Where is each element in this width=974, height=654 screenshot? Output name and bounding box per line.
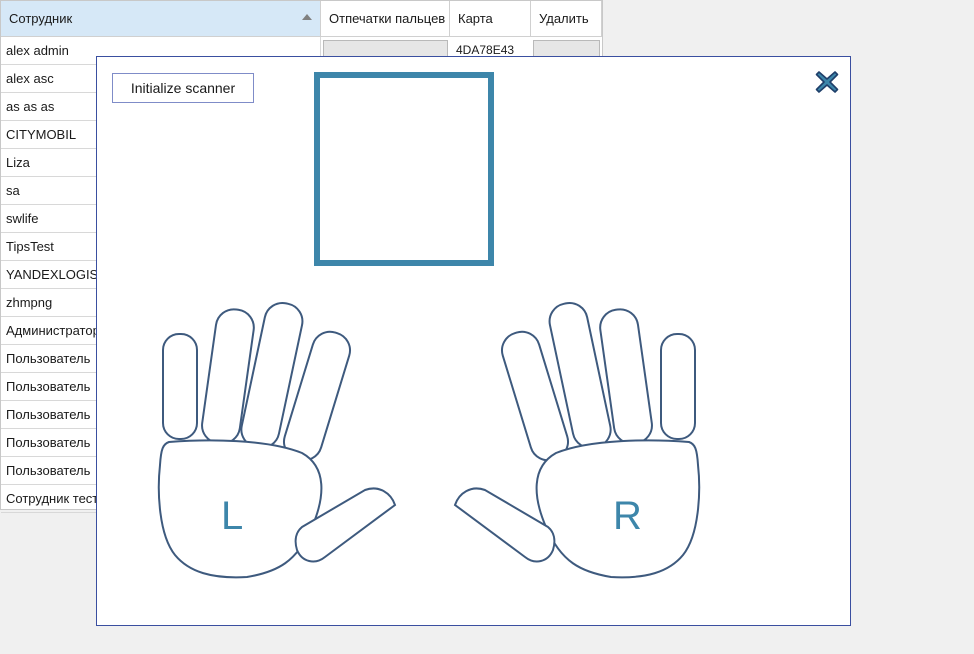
column-header-card-label: Карта <box>458 11 493 26</box>
column-header-employee[interactable]: Сотрудник <box>1 1 321 36</box>
left-hand-label: L <box>221 494 243 538</box>
sort-ascending-icon <box>302 14 312 20</box>
right-little-finger[interactable] <box>660 333 696 440</box>
column-header-delete[interactable]: Удалить <box>531 1 602 36</box>
fingerprint-dialog: Initialize scanner L R <box>96 56 851 626</box>
column-header-fingerprints-label: Отпечатки пальцев <box>329 10 446 26</box>
left-hand: L <box>157 301 397 579</box>
grid-header: Сотрудник Отпечатки пальцев Карта Удалит… <box>1 1 602 37</box>
left-little-finger[interactable] <box>162 333 198 440</box>
column-header-fingerprints[interactable]: Отпечатки пальцев <box>321 1 450 36</box>
column-header-delete-label: Удалить <box>539 11 589 26</box>
right-hand-label: R <box>613 494 642 538</box>
column-header-card[interactable]: Карта <box>450 1 531 36</box>
right-hand: R <box>453 301 701 579</box>
column-header-employee-label: Сотрудник <box>9 11 73 26</box>
hands-diagram: L R <box>157 301 701 579</box>
